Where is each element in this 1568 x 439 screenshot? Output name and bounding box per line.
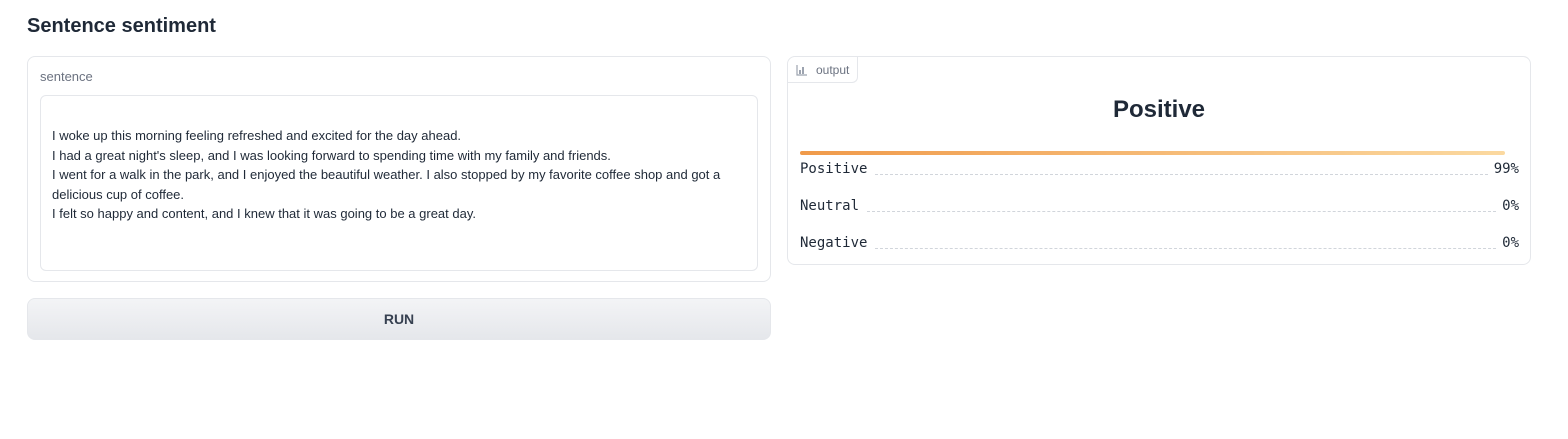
output-tag: output	[788, 57, 859, 83]
confidence-row-positive[interactable]: Positive 99%	[800, 158, 1519, 178]
sentence-line: I had a great night's sleep, and I was l…	[52, 147, 611, 163]
sentence-line: delicious cup of coffee.	[52, 186, 185, 202]
confidence-value: 0%	[1502, 198, 1519, 214]
bar-chart-icon	[796, 64, 807, 76]
confidence-bar-fill	[800, 151, 1505, 155]
sentence-label: sentence	[40, 69, 93, 84]
sentence-panel: sentence I woke up this morning feeling …	[27, 56, 771, 282]
output-label: output	[816, 62, 850, 77]
dotted-leader	[875, 174, 1488, 175]
confidence-label: Neutral	[800, 198, 860, 214]
output-panel: output Positive Positive 99% Neutral 0% …	[787, 56, 1531, 265]
run-button[interactable]: RUN	[27, 298, 771, 340]
dotted-leader	[875, 248, 1497, 249]
sentence-line: I went for a walk in the park, and I enj…	[52, 167, 721, 182]
confidence-label: Negative	[800, 235, 868, 251]
confidence-label: Positive	[800, 161, 868, 177]
confidence-value: 99%	[1493, 161, 1519, 177]
dotted-leader	[867, 211, 1497, 212]
confidence-row-neutral[interactable]: Neutral 0%	[800, 195, 1519, 215]
confidence-row-negative[interactable]: Negative 0%	[800, 232, 1519, 252]
confidence-value: 0%	[1502, 235, 1519, 251]
sentence-line: I woke up this morning feeling refreshed…	[52, 128, 462, 143]
predicted-label: Positive	[1112, 96, 1206, 123]
sentence-textarea[interactable]: I woke up this morning feeling refreshed…	[40, 95, 758, 271]
page-title: Sentence sentiment	[27, 15, 216, 37]
sentence-line: I felt so happy and content, and I knew …	[52, 206, 476, 221]
confidence-bar	[800, 151, 1512, 155]
